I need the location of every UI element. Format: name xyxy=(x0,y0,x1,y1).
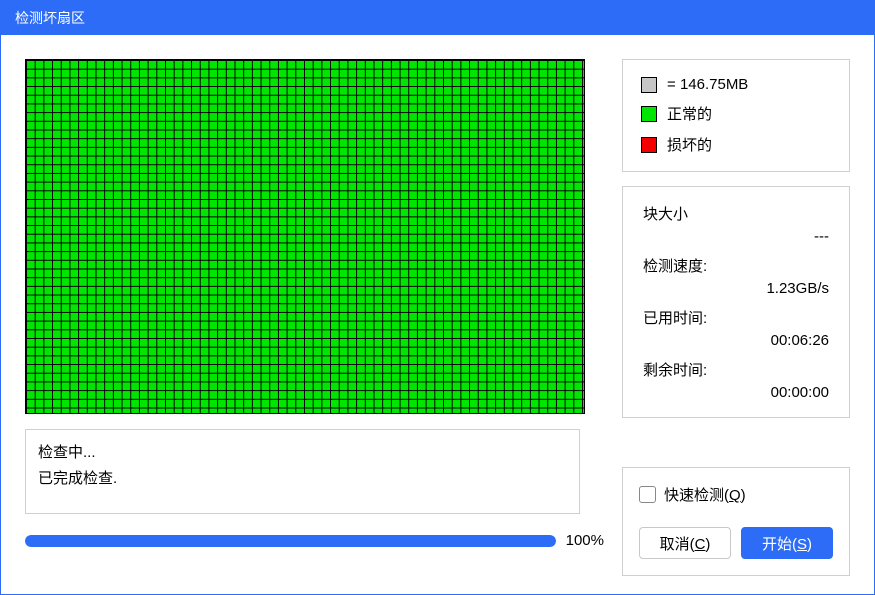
legend-damaged-text: 损坏的 xyxy=(667,134,712,155)
swatch-green-icon xyxy=(641,106,657,122)
progress-row: 100% xyxy=(25,532,604,549)
swatch-red-icon xyxy=(641,137,657,153)
legend-row-normal: 正常的 xyxy=(641,103,831,124)
progress-fill xyxy=(25,535,556,547)
stats-panel: 块大小 --- 检测速度: 1.23GB/s 已用时间: 00:06:26 剩余… xyxy=(622,186,850,418)
stat-speed-label: 检测速度: xyxy=(643,255,829,276)
sector-grid xyxy=(25,59,585,414)
quick-check-checkbox[interactable] xyxy=(639,486,656,503)
left-column: 检查中... 已完成检查. 100% xyxy=(25,59,604,576)
start-button[interactable]: 开始(S) xyxy=(741,527,833,559)
right-column: = 146.75MB 正常的 损坏的 块大小 --- 检测速度: 1.23GB/… xyxy=(622,59,850,576)
stat-elapsed-value: 00:06:26 xyxy=(643,332,829,349)
titlebar: 检测坏扇区 xyxy=(1,1,874,35)
status-line: 检查中... xyxy=(38,440,567,466)
status-line: 已完成检查. xyxy=(38,466,567,492)
window: 检测坏扇区 检查中... 已完成检查. 100% = 146.75 xyxy=(0,0,875,595)
legend-blocksize-text: = 146.75MB xyxy=(667,76,748,93)
swatch-gray-icon xyxy=(641,77,657,93)
progress-bar xyxy=(25,535,556,547)
stat-remaining-value: 00:00:00 xyxy=(643,384,829,401)
controls-panel: 快速检测(Q) 取消(C) 开始(S) xyxy=(622,467,850,576)
legend-row-blocksize: = 146.75MB xyxy=(641,76,831,93)
progress-label: 100% xyxy=(566,532,604,549)
button-row: 取消(C) 开始(S) xyxy=(639,527,833,559)
legend-row-damaged: 损坏的 xyxy=(641,134,831,155)
quick-check-row[interactable]: 快速检测(Q) xyxy=(639,484,833,505)
cancel-button[interactable]: 取消(C) xyxy=(639,527,731,559)
stat-remaining-label: 剩余时间: xyxy=(643,359,829,380)
sector-grid-cells xyxy=(26,60,584,413)
status-log: 检查中... 已完成检查. xyxy=(25,429,580,514)
content-area: 检查中... 已完成检查. 100% = 146.75MB 正常的 xyxy=(1,35,874,594)
window-title: 检测坏扇区 xyxy=(15,8,85,28)
stat-elapsed-label: 已用时间: xyxy=(643,307,829,328)
stat-speed-value: 1.23GB/s xyxy=(643,280,829,297)
stat-block-size-label: 块大小 xyxy=(643,203,829,224)
stat-block-size-value: --- xyxy=(643,228,829,245)
legend-panel: = 146.75MB 正常的 损坏的 xyxy=(622,59,850,172)
quick-check-label: 快速检测(Q) xyxy=(664,484,746,505)
legend-normal-text: 正常的 xyxy=(667,103,712,124)
